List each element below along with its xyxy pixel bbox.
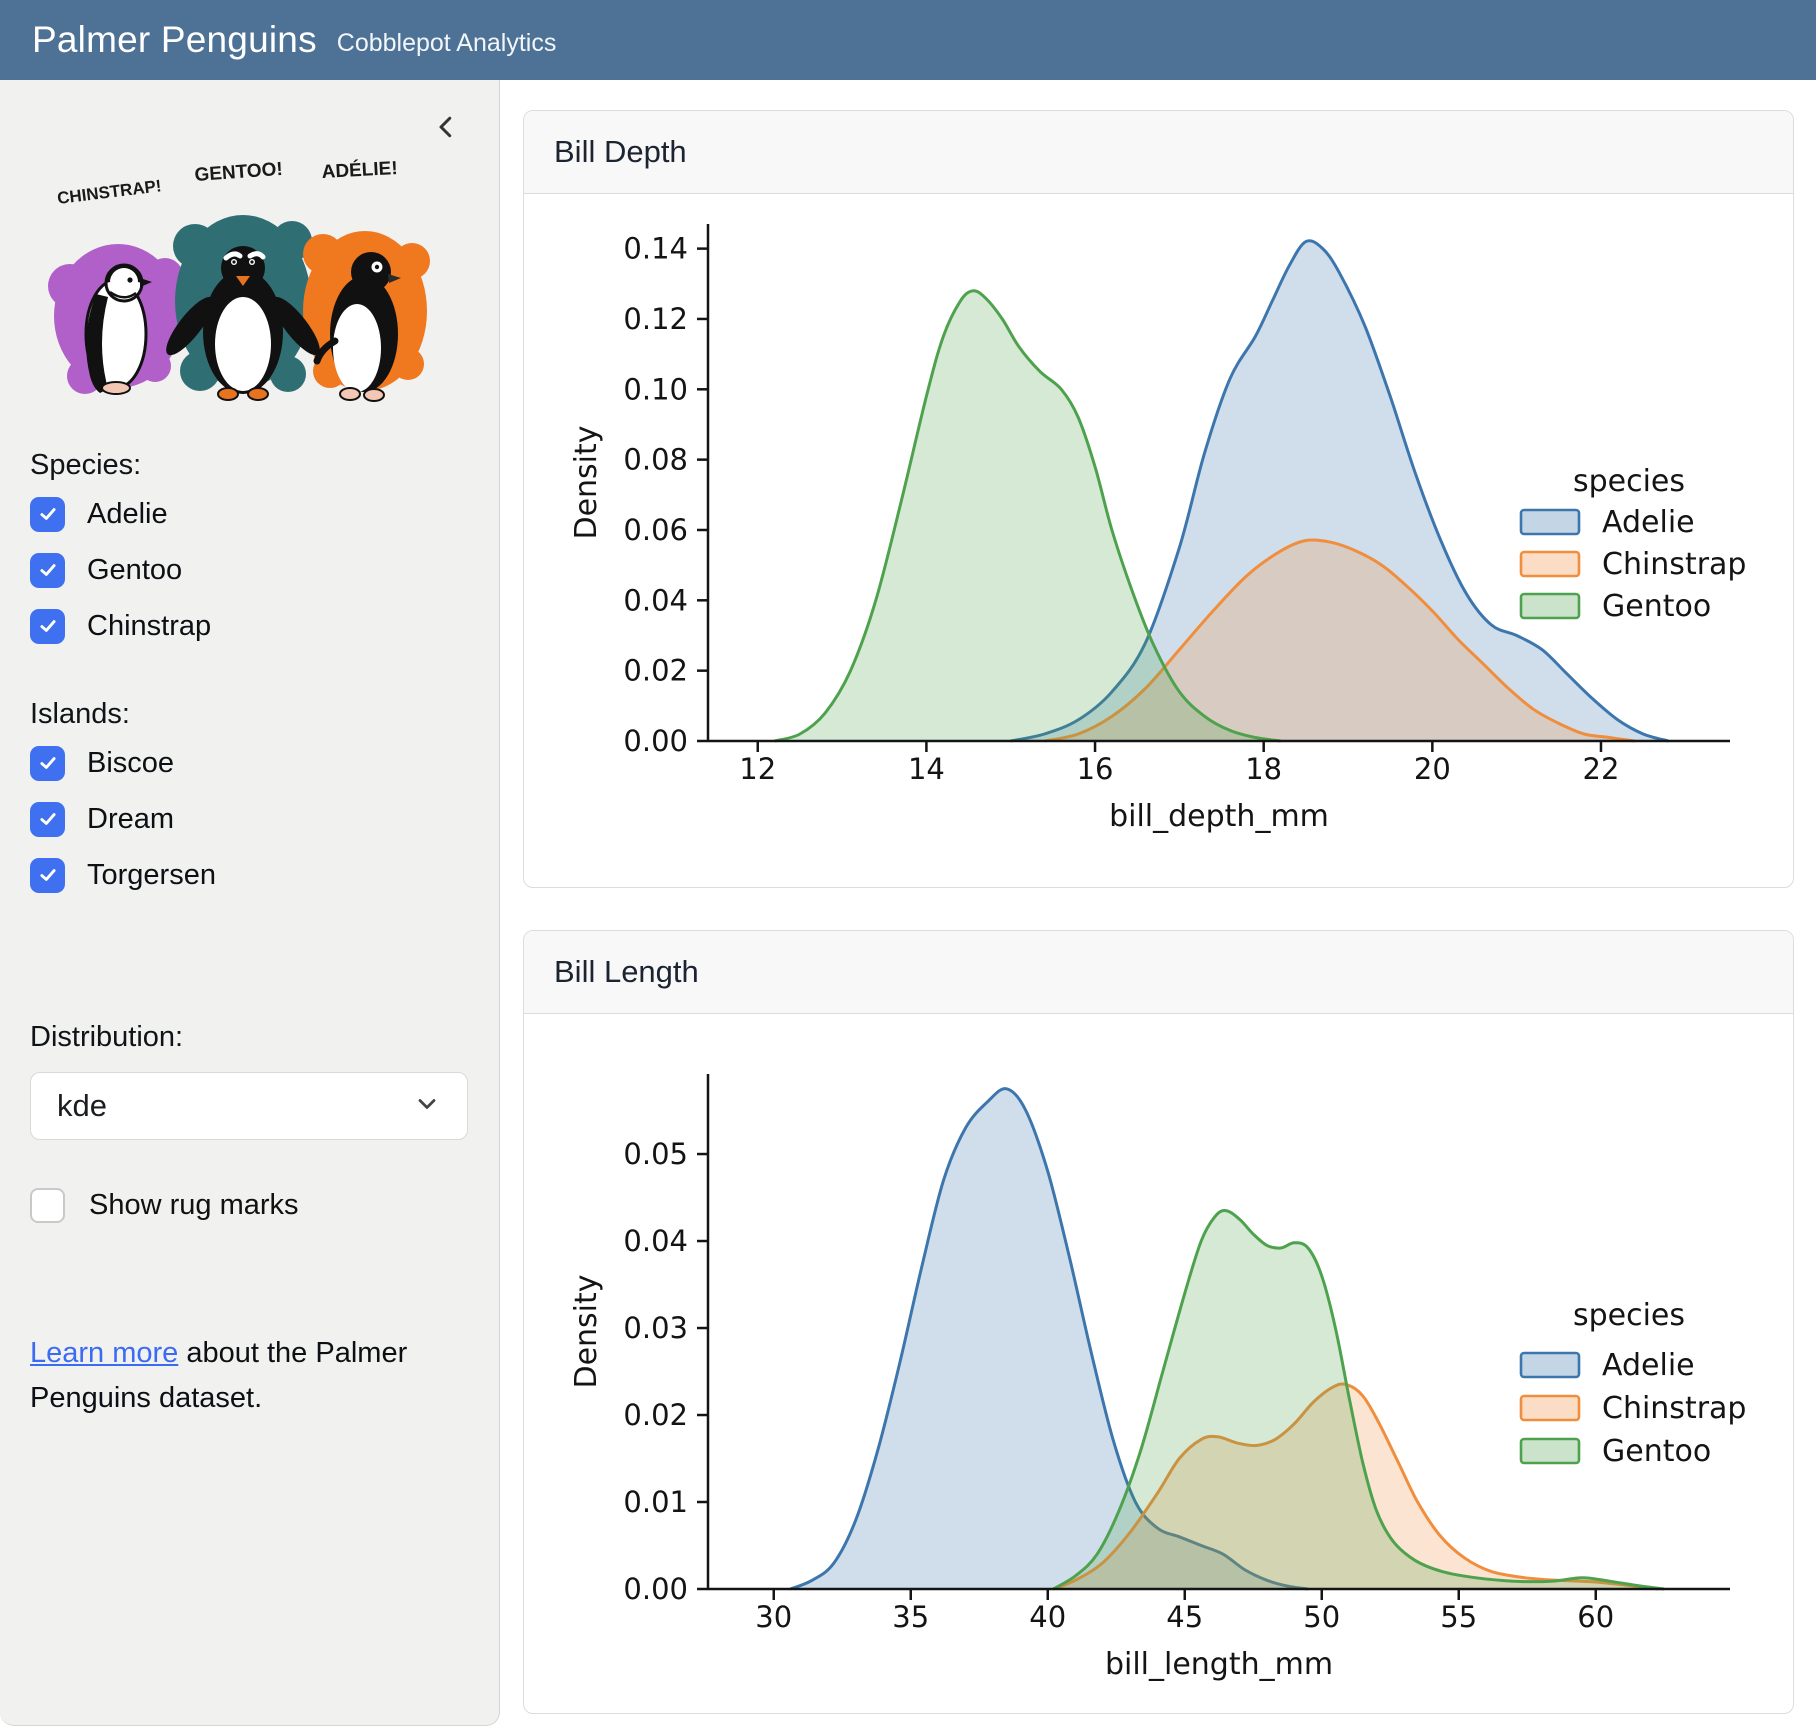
y-tick-label: 0.00 [623, 1572, 688, 1606]
series-group [775, 241, 1669, 741]
y-tick-label: 0.01 [623, 1485, 688, 1519]
artwork-label-adelie: ADÉLIE! [321, 157, 398, 183]
bill-length-card-title: Bill Length [554, 954, 699, 990]
learn-more-link[interactable]: Learn more [30, 1337, 178, 1369]
bill-depth-plot: 12 14 16 18 20 22 0.00 0.02 0.04 0.06 0.08 0.10 0.12… [524, 194, 1793, 888]
series-group [790, 1089, 1664, 1589]
distribution-select-value: kde [57, 1088, 107, 1124]
bill-depth-card-header: Bill Depth [524, 111, 1793, 194]
x-tick-label: 30 [755, 1600, 792, 1634]
islands-section-label: Islands: [30, 698, 469, 731]
rug-checkbox-row[interactable]: Show rug marks [30, 1188, 469, 1223]
checkbox-checked-icon[interactable] [30, 858, 65, 893]
x-tick-label: 40 [1029, 1600, 1066, 1634]
x-axis-label: bill_length_mm [1105, 1647, 1333, 1682]
island-checkbox-row-dream[interactable]: Dream [30, 791, 469, 847]
checkbox-checked-icon[interactable] [30, 553, 65, 588]
legend: species Adelie Chinstrap Gentoo [1521, 464, 1746, 624]
checkbox-label: Chinstrap [87, 610, 211, 643]
checkbox-label: Biscoe [87, 747, 174, 780]
app-title: Palmer Penguins [32, 19, 317, 61]
y-tick-label: 0.10 [623, 372, 688, 406]
x-tick-label: 35 [892, 1600, 929, 1634]
x-tick-label: 45 [1166, 1600, 1203, 1634]
sidebar-collapse-button[interactable] [429, 112, 463, 146]
legend: species Adelie Chinstrap Gentoo [1521, 1298, 1746, 1469]
y-tick-label: 0.06 [623, 513, 688, 547]
island-checkbox-row-torgersen[interactable]: Torgersen [30, 847, 469, 903]
species-section-label: Species: [30, 449, 469, 482]
y-tick-label: 0.08 [623, 443, 688, 477]
checkbox-checked-icon[interactable] [30, 802, 65, 837]
app-subtitle: Cobblepot Analytics [337, 29, 557, 58]
legend-swatch-gentoo [1521, 1439, 1579, 1463]
rug-checkbox-label: Show rug marks [89, 1189, 299, 1222]
distribution-select[interactable]: kde [30, 1072, 468, 1140]
x-axis-label: bill_depth_mm [1109, 799, 1329, 834]
species-checkbox-row-gentoo[interactable]: Gentoo [30, 542, 469, 598]
legend-swatch-adelie [1521, 1353, 1579, 1377]
bill-depth-card-title: Bill Depth [554, 134, 687, 170]
legend-label-chinstrap: Chinstrap [1602, 547, 1746, 582]
x-tick-label: 14 [908, 752, 945, 786]
x-tick-label: 55 [1440, 1600, 1477, 1634]
legend-swatch-adelie [1521, 510, 1579, 534]
checkbox-checked-icon[interactable] [30, 609, 65, 644]
bill-depth-card-body: 12 14 16 18 20 22 0.00 0.02 0.04 0.06 0.08 0.10 0.12… [524, 194, 1793, 888]
checkbox-label: Gentoo [87, 554, 182, 587]
x-tick-label: 12 [739, 752, 776, 786]
bill-depth-card: Bill Depth 12 14 16 18 20 22 0.00 0.02 0.04 0.06 0… [523, 110, 1794, 888]
distribution-label: Distribution: [30, 1021, 469, 1054]
bill-length-card: Bill Length 30 35 40 45 50 55 60 0.00 0.01 0.02 0.… [523, 930, 1794, 1714]
x-tick-label: 22 [1583, 752, 1620, 786]
checkbox-label: Adelie [87, 498, 168, 531]
legend-label-adelie: Adelie [1602, 505, 1695, 540]
legend-label-adelie: Adelie [1602, 1348, 1695, 1383]
learn-more-text: Learn more about the Palmer Penguins dat… [30, 1331, 470, 1421]
legend-label-gentoo: Gentoo [1602, 1434, 1711, 1469]
x-tick-label: 60 [1577, 1600, 1614, 1634]
artwork-label-gentoo: GENTOO! [194, 159, 284, 186]
y-tick-label: 0.02 [623, 1398, 688, 1432]
y-tick-label: 0.14 [623, 232, 688, 266]
bill-length-card-header: Bill Length [524, 931, 1793, 1014]
y-tick-label: 0.02 [623, 654, 688, 688]
penguins-artwork-image: CHINSTRAP! GENTOO! ADÉLIE! [30, 136, 460, 404]
x-tick-label: 20 [1414, 752, 1451, 786]
chevron-left-icon [431, 110, 461, 149]
legend-title: species [1573, 1298, 1685, 1333]
bill-length-card-body: 30 35 40 45 50 55 60 0.00 0.01 0.02 0.03 0.04 0.05 bi… [524, 1014, 1793, 1713]
legend-swatch-chinstrap [1521, 1396, 1579, 1420]
chevron-down-icon [413, 1090, 441, 1123]
island-checkbox-row-biscoe[interactable]: Biscoe [30, 735, 469, 791]
y-tick-label: 0.04 [623, 583, 688, 617]
checkbox-label: Dream [87, 803, 174, 836]
legend-swatch-chinstrap [1521, 552, 1579, 576]
checkbox-checked-icon[interactable] [30, 746, 65, 781]
species-checkbox-row-chinstrap[interactable]: Chinstrap [30, 598, 469, 654]
y-tick-label: 0.12 [623, 302, 688, 336]
y-tick-label: 0.05 [623, 1137, 688, 1171]
legend-title: species [1573, 464, 1685, 499]
y-tick-label: 0.00 [623, 724, 688, 758]
x-tick-label: 50 [1303, 1600, 1340, 1634]
y-axis-label: Density [569, 1274, 604, 1388]
y-axis-label: Density [569, 425, 604, 539]
checkbox-unchecked-icon[interactable] [30, 1188, 65, 1223]
y-tick-label: 0.03 [623, 1311, 688, 1345]
legend-swatch-gentoo [1521, 594, 1579, 618]
legend-label-gentoo: Gentoo [1602, 589, 1711, 624]
x-tick-label: 16 [1077, 752, 1114, 786]
sidebar: CHINSTRAP! GENTOO! ADÉLIE! Species: Adel… [0, 80, 500, 1726]
bill-length-plot: 30 35 40 45 50 55 60 0.00 0.01 0.02 0.03 0.04 0.05 bi… [524, 1014, 1793, 1713]
y-tick-label: 0.04 [623, 1224, 688, 1258]
species-checkbox-row-adelie[interactable]: Adelie [30, 486, 469, 542]
checkbox-checked-icon[interactable] [30, 497, 65, 532]
app-header: Palmer Penguins Cobblepot Analytics [0, 0, 1816, 80]
main-content: Bill Depth 12 14 16 18 20 22 0.00 0.02 0.04 0.06 0… [501, 80, 1816, 1734]
artwork-label-chinstrap: CHINSTRAP! [56, 176, 162, 208]
checkbox-label: Torgersen [87, 859, 216, 892]
x-tick-label: 18 [1245, 752, 1282, 786]
legend-label-chinstrap: Chinstrap [1602, 1391, 1746, 1426]
